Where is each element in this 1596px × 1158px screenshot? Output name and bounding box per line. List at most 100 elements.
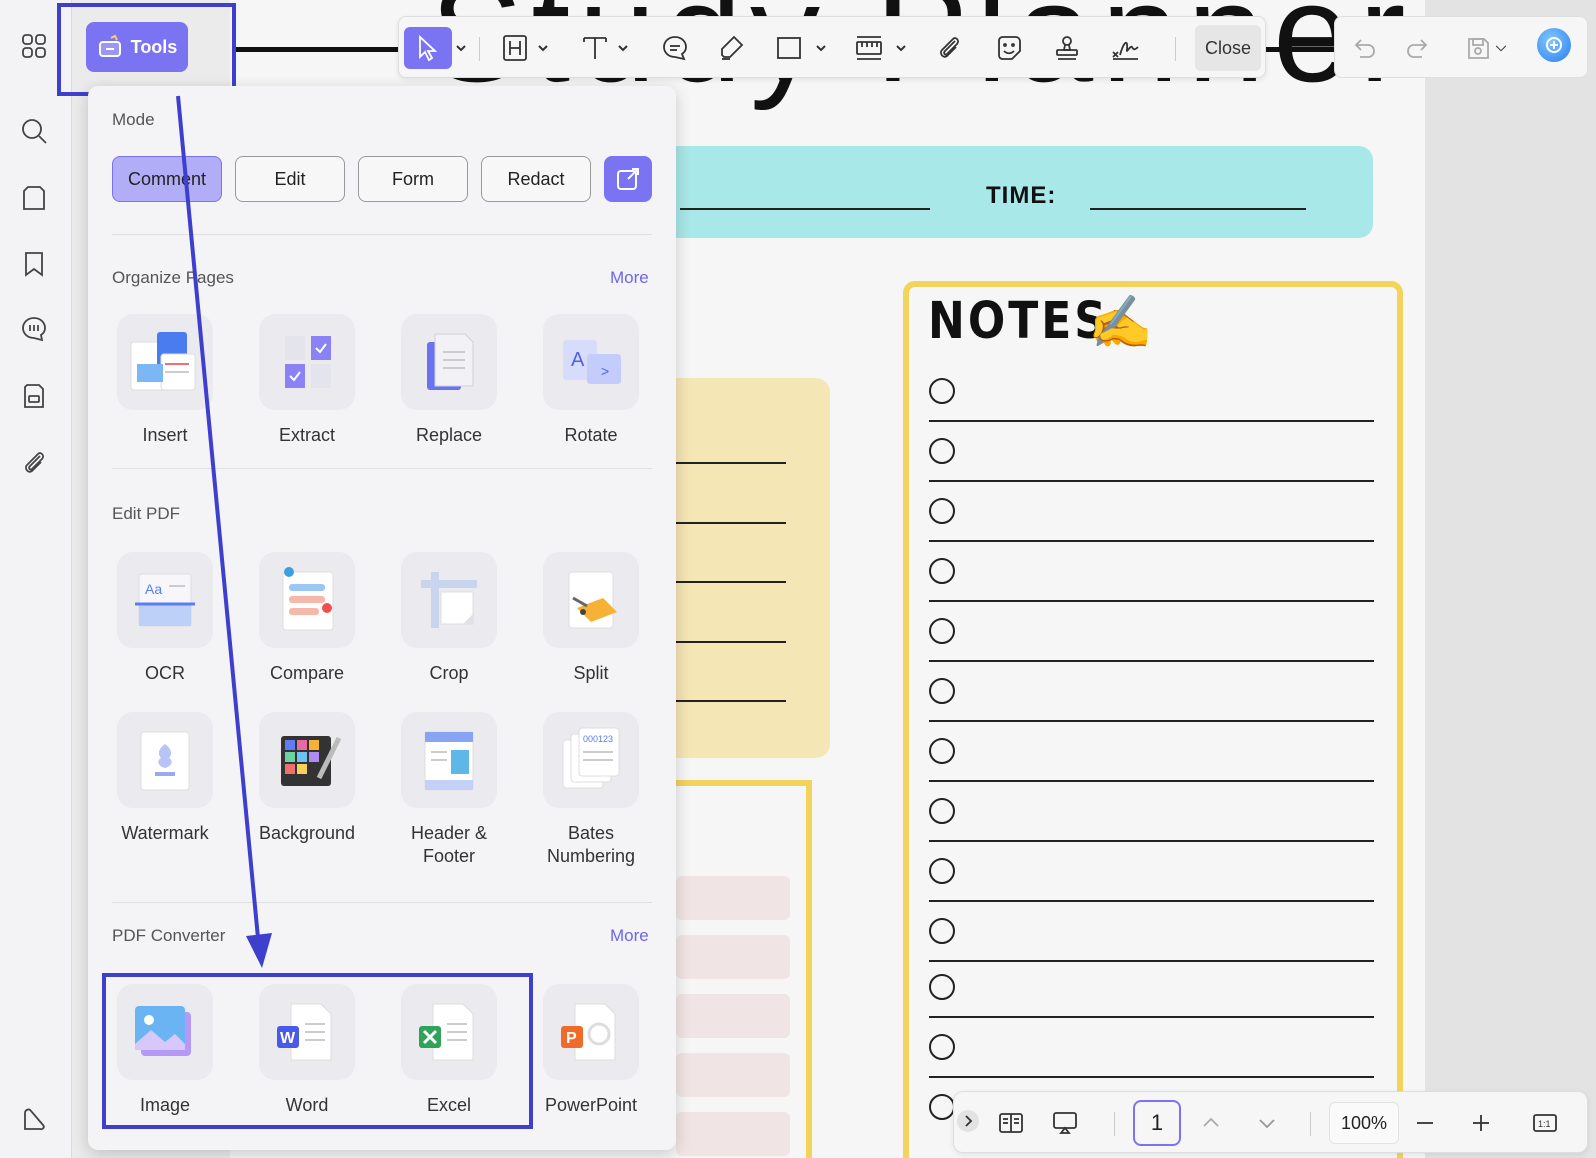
svg-text:>: >: [601, 363, 609, 379]
ocr-label: OCR: [145, 663, 185, 683]
replace-tool[interactable]: Replace: [389, 314, 509, 447]
ruler-icon: [856, 36, 882, 60]
collapse-bar-button[interactable]: [948, 1104, 988, 1138]
convert-powerpoint-tool[interactable]: P PowerPoint: [531, 984, 651, 1117]
note-checkbox: [929, 1034, 955, 1060]
mode-edit-button[interactable]: Edit: [235, 156, 345, 202]
comments-icon[interactable]: [16, 311, 52, 347]
rotate-label: Rotate: [564, 425, 618, 445]
stamp-icon: [1056, 36, 1078, 60]
highlight-box: [57, 3, 236, 96]
svg-text:A: A: [571, 349, 585, 371]
form-fields-icon[interactable]: [16, 378, 52, 414]
note-line: [929, 840, 1374, 842]
blank-line: [676, 522, 786, 524]
list-row: [676, 876, 790, 920]
insert-tool[interactable]: Insert: [105, 314, 225, 447]
chevron-down-icon[interactable]: [537, 41, 549, 53]
note-line: [929, 1076, 1374, 1078]
stamp-tool-button[interactable]: [1047, 27, 1087, 69]
search-icon[interactable]: [16, 113, 52, 149]
note-line: [929, 420, 1374, 422]
blank-line: [676, 700, 786, 702]
note-checkbox: [929, 738, 955, 764]
zoom-out-icon[interactable]: [1408, 1106, 1442, 1140]
mode-form-button[interactable]: Form: [358, 156, 468, 202]
page-thumbnail-icon[interactable]: [16, 180, 52, 216]
split-label: Split: [573, 663, 609, 683]
extract-tool[interactable]: Extract: [247, 314, 367, 447]
note-line: [929, 720, 1374, 722]
note-line: [929, 660, 1374, 662]
mode-comment-button[interactable]: Comment: [112, 156, 222, 202]
signature-tool-button[interactable]: [1103, 27, 1147, 69]
highlighter-tool-button[interactable]: [711, 27, 751, 69]
chevron-down-icon[interactable]: [617, 41, 629, 53]
extract-label: Extract: [278, 425, 335, 445]
page-number-input[interactable]: 1: [1133, 1100, 1181, 1146]
undo-icon[interactable]: [1347, 31, 1381, 65]
ai-assistant-icon[interactable]: [1537, 28, 1571, 62]
chevron-right-icon: [957, 1110, 979, 1132]
toolbar-divider: [1175, 37, 1176, 61]
rotate-tool[interactable]: A > Rotate: [531, 314, 651, 447]
zoom-level[interactable]: 100%: [1329, 1102, 1399, 1144]
chevron-down-icon[interactable]: [455, 41, 467, 53]
sticker-tool-button[interactable]: [989, 27, 1029, 69]
measure-tool-button[interactable]: [847, 27, 891, 69]
bates-numbering-tool[interactable]: 000123 Bates Numbering: [531, 712, 651, 868]
split-tool[interactable]: Split: [531, 552, 651, 685]
replace-icon: [401, 314, 497, 410]
chevron-down-icon[interactable]: [895, 41, 907, 53]
actual-size-icon[interactable]: 1:1: [1528, 1106, 1562, 1140]
open-external-button[interactable]: [604, 156, 652, 202]
note-line: [929, 780, 1374, 782]
close-toolbar-button[interactable]: Close: [1195, 25, 1261, 71]
next-page-icon[interactable]: [1250, 1106, 1284, 1140]
presentation-icon[interactable]: [1048, 1106, 1082, 1140]
apps-grid-icon[interactable]: [16, 28, 52, 64]
page-layout-icon[interactable]: [994, 1106, 1028, 1140]
background-label: Background: [258, 823, 356, 843]
writing-hand-icon: ✍️: [1088, 294, 1153, 352]
crop-tool[interactable]: Crop: [389, 552, 509, 685]
powerpoint-icon: P: [543, 984, 639, 1080]
zoom-in-icon[interactable]: [1464, 1106, 1498, 1140]
comment-tool-button[interactable]: [655, 27, 695, 69]
heading-tool-button[interactable]: [495, 27, 535, 69]
svg-text:P: P: [566, 1030, 577, 1047]
text-tool-button[interactable]: [575, 27, 615, 69]
bookmark-icon[interactable]: [16, 246, 52, 282]
note-line: [929, 540, 1374, 542]
replace-label: Replace: [415, 425, 483, 445]
select-tool-button[interactable]: [404, 27, 452, 69]
previous-page-icon[interactable]: [1194, 1106, 1228, 1140]
converter-more-link[interactable]: More: [610, 926, 649, 946]
organize-more-link[interactable]: More: [610, 268, 649, 288]
split-icon: [543, 552, 639, 648]
note-checkbox: [929, 558, 955, 584]
text-icon: [583, 37, 607, 59]
edit-section-title: Edit PDF: [112, 504, 181, 523]
section-divider: [112, 234, 652, 235]
theme-icon[interactable]: [16, 1101, 52, 1137]
attach-tool-button[interactable]: [929, 27, 969, 69]
redo-icon[interactable]: [1401, 31, 1435, 65]
header-footer-tool[interactable]: Header & Footer: [389, 712, 509, 868]
list-row: [676, 935, 790, 979]
watermark-icon: [117, 712, 213, 808]
watermark-tool[interactable]: Watermark: [105, 712, 225, 845]
save-icon[interactable]: [1461, 31, 1495, 65]
chevron-down-icon[interactable]: [815, 41, 827, 53]
time-blank-line: [1090, 208, 1306, 210]
chevron-down-icon[interactable]: [1491, 31, 1511, 65]
svg-text:000123: 000123: [583, 734, 613, 744]
background-tool[interactable]: Background: [247, 712, 367, 845]
svg-text:Aa: Aa: [145, 581, 162, 597]
mode-redact-button[interactable]: Redact: [481, 156, 591, 202]
ocr-tool[interactable]: Aa OCR: [105, 552, 225, 685]
shape-tool-button[interactable]: [769, 27, 809, 69]
compare-tool[interactable]: Compare: [247, 552, 367, 685]
insert-icon: [117, 314, 213, 410]
attachment-icon[interactable]: [16, 444, 52, 480]
